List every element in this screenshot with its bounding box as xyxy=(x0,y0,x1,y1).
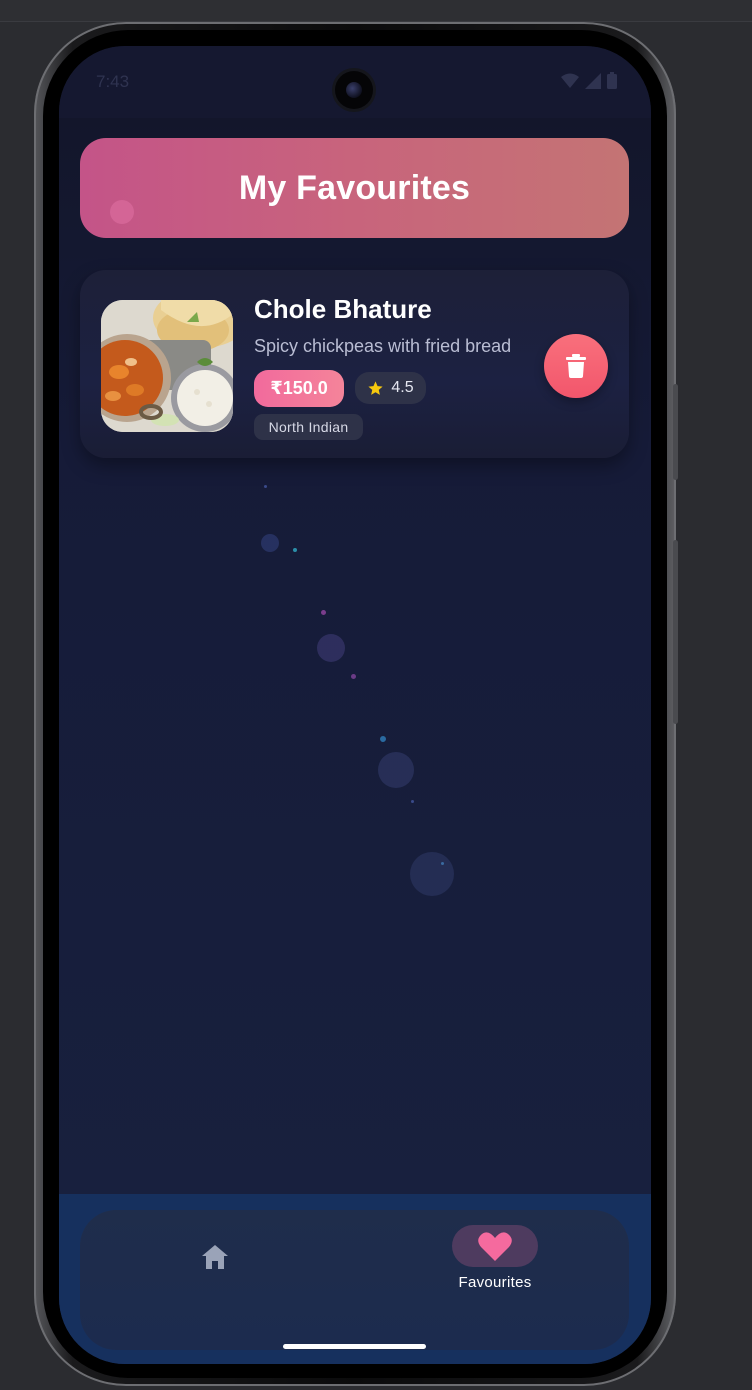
heart-icon xyxy=(478,1232,512,1261)
decorative-bubble xyxy=(411,800,414,803)
favourite-card[interactable]: Chole Bhature Spicy chickpeas with fried… xyxy=(80,270,629,458)
camera-cutout xyxy=(335,71,373,109)
bottom-nav-area: Favourites xyxy=(59,1194,651,1364)
rating-badge: 4.5 xyxy=(355,372,426,404)
decorative-bubble xyxy=(351,674,356,679)
food-description: Spicy chickpeas with fried bread xyxy=(254,336,512,356)
delete-favourite-button[interactable] xyxy=(544,334,608,398)
status-time: 7:43 xyxy=(96,72,130,91)
decorative-bubble xyxy=(321,610,326,615)
bottom-nav: Favourites xyxy=(80,1210,629,1350)
header-banner: My Favourites xyxy=(80,138,629,238)
nav-favourites-label: Favourites xyxy=(458,1274,532,1291)
cuisine-tag: North Indian xyxy=(254,414,363,440)
decorative-bubble xyxy=(410,852,454,896)
home-icon xyxy=(202,1245,228,1269)
decorative-bubble xyxy=(378,752,414,788)
home-indicator[interactable] xyxy=(283,1344,426,1349)
emulator-top-bar xyxy=(0,0,752,22)
rating-text: 4.5 xyxy=(391,379,414,396)
food-photo xyxy=(101,300,233,432)
food-name: Chole Bhature xyxy=(254,294,432,324)
trash-icon xyxy=(566,354,586,378)
app-screen: 7:43 My Favourites Chole Bhature Spicy c… xyxy=(59,46,651,1364)
star-icon xyxy=(368,380,383,395)
page-title: My Favourites xyxy=(238,168,471,207)
status-icons xyxy=(561,72,617,89)
content-area: My Favourites Chole Bhature Spicy chickp… xyxy=(59,118,651,1194)
decorative-bubble xyxy=(317,634,345,662)
power-button xyxy=(673,384,678,480)
nav-item-favourites[interactable] xyxy=(452,1225,538,1267)
decorative-bubble xyxy=(293,548,297,552)
nav-item-home[interactable] xyxy=(198,1240,232,1274)
decorative-bubble xyxy=(264,485,267,488)
decorative-bubble xyxy=(441,862,444,865)
signal-icon xyxy=(585,72,601,89)
volume-button xyxy=(673,540,678,724)
decorative-bubble xyxy=(261,534,279,552)
wifi-icon xyxy=(561,73,579,88)
cuisine-text: North Indian xyxy=(268,419,349,435)
status-bar: 7:43 xyxy=(59,46,651,118)
price-text: ₹150.0 xyxy=(270,378,328,398)
price-badge: ₹150.0 xyxy=(254,370,344,407)
battery-icon xyxy=(607,72,617,89)
decorative-bubble xyxy=(380,736,386,742)
decorative-bubble xyxy=(110,200,134,224)
